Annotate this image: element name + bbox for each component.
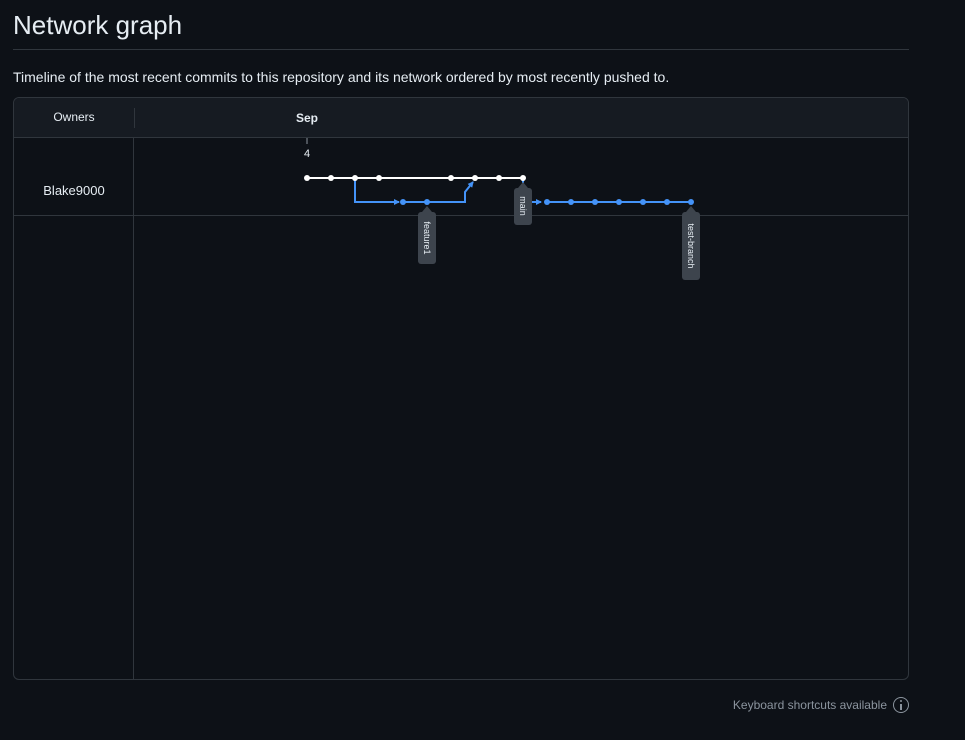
commit-dot[interactable] <box>400 199 406 205</box>
branch-label-test-branch[interactable]: test-branch <box>682 206 700 280</box>
branch-label-text: feature1 <box>422 221 432 254</box>
commit-dot[interactable] <box>520 175 526 181</box>
commit-dot[interactable] <box>448 175 454 181</box>
feature1-merge-line <box>427 181 474 203</box>
page-title: Network graph <box>13 10 183 40</box>
commit-dot[interactable] <box>328 175 334 181</box>
commit-dot[interactable] <box>688 199 694 205</box>
page-description: Timeline of the most recent commits to t… <box>13 69 670 85</box>
day-label: 4 <box>304 148 310 160</box>
commit-graph-canvas[interactable]: 4 main feature1 test-branch <box>14 98 908 679</box>
commit-dot[interactable] <box>352 175 358 181</box>
info-icon[interactable] <box>893 697 909 713</box>
commit-dot[interactable] <box>544 199 550 205</box>
keyboard-shortcuts-hint[interactable]: Keyboard shortcuts available <box>733 697 909 713</box>
commit-dot[interactable] <box>376 175 382 181</box>
feature1-branch-out <box>354 178 400 205</box>
branch-label-feature1[interactable]: feature1 <box>418 206 436 264</box>
commit-dot[interactable] <box>496 175 502 181</box>
commit-dot[interactable] <box>304 175 310 181</box>
branch-label-main[interactable]: main <box>514 182 532 225</box>
commit-dot[interactable] <box>424 199 430 205</box>
commit-dot[interactable] <box>472 175 478 181</box>
network-graph-page: Network graph Timeline of the most recen… <box>0 0 965 740</box>
title-divider <box>13 49 909 50</box>
commit-dot[interactable] <box>592 199 598 205</box>
branch-label-text: test-branch <box>686 223 696 268</box>
commit-dot[interactable] <box>616 199 622 205</box>
keyboard-shortcuts-label: Keyboard shortcuts available <box>732 698 887 712</box>
commit-dot[interactable] <box>640 199 646 205</box>
commit-dot[interactable] <box>664 199 670 205</box>
network-graph[interactable]: Owners Sep Blake9000 4 main feature1 tes… <box>13 97 909 680</box>
branch-label-text: main <box>518 196 528 216</box>
commit-dot[interactable] <box>568 199 574 205</box>
